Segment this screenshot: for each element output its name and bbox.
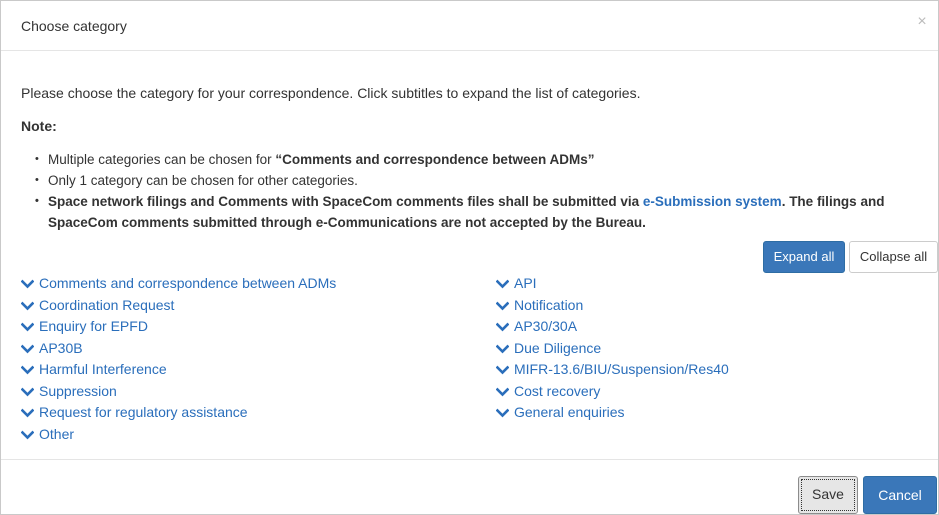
category-label: Cost recovery (514, 382, 601, 399)
dialog-footer: Save Cancel (1, 459, 938, 515)
chevron-down-icon (495, 404, 514, 420)
category-label: MIFR-13.6/BIU/Suspension/Res40 (514, 361, 729, 377)
category-toggle[interactable]: API (495, 273, 729, 295)
category-list-right: API Notification AP30/30A Due Diligence MIFR… (495, 273, 729, 424)
category-label: Comments and correspondence between ADMs (39, 275, 337, 291)
category-label: AP30/30A (514, 318, 578, 334)
category-toggle[interactable]: Enquiry for EPFD (20, 316, 336, 338)
dialog-header: Choose category × (1, 1, 938, 51)
e-submission-link[interactable]: e-Submission system (643, 194, 782, 209)
category-label: AP30B (39, 339, 83, 356)
category-label: General enquiries (514, 404, 625, 420)
category-label: Notification (514, 296, 584, 313)
category-toggle[interactable]: Harmful Interference (20, 359, 336, 381)
chevron-down-icon (495, 383, 514, 399)
category-label: API (514, 275, 537, 291)
category-toggle[interactable]: AP30B (20, 338, 336, 360)
chevron-down-icon (495, 297, 514, 313)
chevron-down-icon (495, 361, 514, 377)
cancel-button[interactable]: Cancel (863, 476, 937, 514)
category-label: Suppression (39, 382, 117, 399)
category-toggle[interactable]: Request for regulatory assistance (20, 402, 336, 424)
category-toggle[interactable]: MIFR-13.6/BIU/Suspension/Res40 (495, 359, 729, 381)
chevron-down-icon (20, 340, 39, 356)
note-item-multiple-text: Multiple categories can be chosen for (48, 152, 276, 167)
category-label: Coordination Request (39, 296, 175, 313)
note-label: Note: (21, 118, 57, 134)
intro-text: Please choose the category for your corr… (21, 85, 641, 101)
chevron-down-icon (20, 275, 39, 291)
chevron-down-icon (20, 318, 39, 334)
note-item-submission: Space network filings and Comments with … (33, 191, 918, 233)
chevron-down-icon (20, 297, 39, 313)
collapse-all-button[interactable]: Collapse all (849, 241, 938, 273)
category-label: Due Diligence (514, 339, 602, 356)
chevron-down-icon (20, 426, 39, 442)
notes-list: Multiple categories can be chosen for “C… (33, 149, 918, 233)
category-toggle[interactable]: Other (20, 424, 336, 446)
category-toggle[interactable]: General enquiries (495, 402, 729, 424)
chevron-down-icon (20, 383, 39, 399)
save-button[interactable]: Save (798, 476, 858, 514)
close-icon[interactable]: × (911, 11, 933, 33)
category-label: Other (39, 425, 75, 442)
choose-category-dialog: Choose category × Please choose the cate… (0, 0, 939, 515)
dialog-body: Please choose the category for your corr… (1, 51, 938, 459)
category-toggle[interactable]: Suppression (20, 381, 336, 403)
note-item-multiple-emphasis: “Comments and correspondence between ADM… (275, 152, 595, 167)
category-toggle[interactable]: Due Diligence (495, 338, 729, 360)
category-label: Enquiry for EPFD (39, 318, 148, 334)
chevron-down-icon (495, 275, 514, 291)
expand-all-button[interactable]: Expand all (763, 241, 845, 273)
chevron-down-icon (20, 361, 39, 377)
category-toggle[interactable]: Notification (495, 295, 729, 317)
chevron-down-icon (20, 404, 39, 420)
category-label: Harmful Interference (39, 361, 167, 377)
chevron-down-icon (495, 340, 514, 356)
note-item-single-text: Only 1 category can be chosen for other … (48, 173, 358, 188)
note-item-submission-text: Space network filings and Comments with … (48, 194, 643, 209)
category-toggle[interactable]: Cost recovery (495, 381, 729, 403)
category-list-left: Comments and correspondence between ADMs… (20, 273, 337, 446)
note-item-single: Only 1 category can be chosen for other … (33, 170, 918, 191)
dialog-title: Choose category (21, 18, 127, 34)
category-toggle[interactable]: Comments and correspondence between ADMs (20, 273, 337, 295)
chevron-down-icon (495, 318, 514, 334)
category-toggle[interactable]: AP30/30A (495, 316, 729, 338)
category-label: Request for regulatory assistance (39, 404, 248, 420)
note-item-multiple: Multiple categories can be chosen for “C… (33, 149, 918, 170)
category-toggle[interactable]: Coordination Request (20, 295, 336, 317)
